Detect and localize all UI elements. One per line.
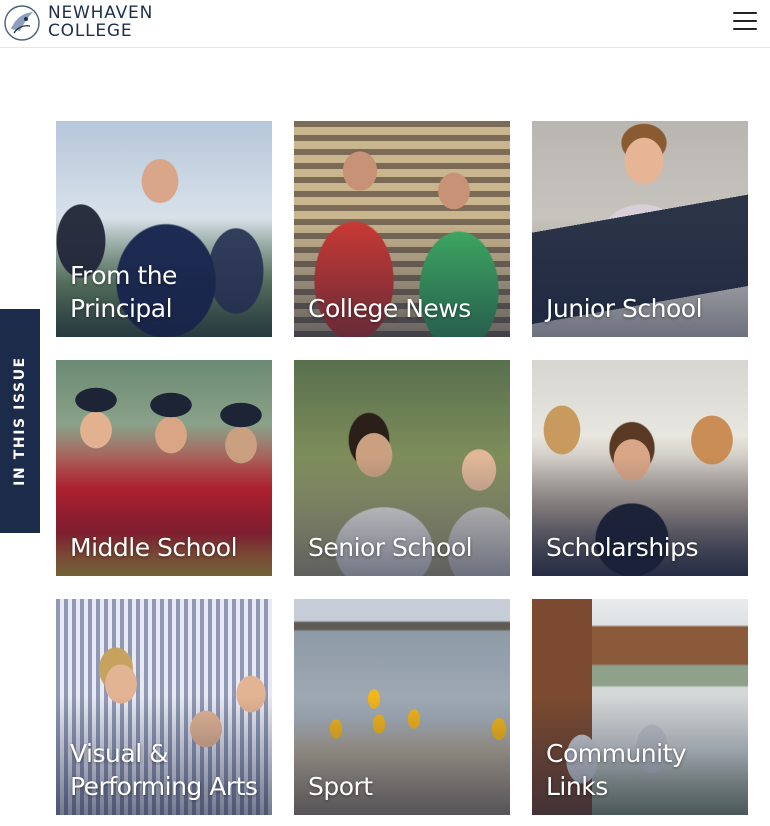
tile-junior-school[interactable]: Junior School (532, 121, 748, 337)
tile-college-news[interactable]: College News (294, 121, 510, 337)
tile-label: Junior School (546, 294, 703, 323)
tile-label: Middle School (70, 533, 238, 562)
tile-label: Community Links (546, 739, 687, 801)
tile-visual-performing-arts[interactable]: Visual & Performing Arts (56, 599, 272, 815)
tile-community-links[interactable]: Community Links (532, 599, 748, 815)
college-wordmark[interactable]: NEWHAVEN COLLEGE (48, 4, 153, 40)
in-this-issue-tab[interactable]: IN THIS ISSUE (0, 309, 40, 533)
tile-label: Senior School (308, 533, 473, 562)
site-header: NEWHAVEN COLLEGE (0, 0, 770, 48)
tile-label: Visual & Performing Arts (70, 739, 258, 801)
hamburger-menu-icon[interactable] (733, 12, 757, 32)
tile-sport[interactable]: Sport (294, 599, 510, 815)
tile-from-the-principal[interactable]: From the Principal (56, 121, 272, 337)
tile-middle-school[interactable]: Middle School (56, 360, 272, 576)
tile-label: College News (308, 294, 471, 323)
tile-scholarships[interactable]: Scholarships (532, 360, 748, 576)
tile-senior-school[interactable]: Senior School (294, 360, 510, 576)
college-crest-icon[interactable] (2, 3, 42, 43)
in-this-issue-label: IN THIS ISSUE (12, 356, 28, 486)
brand-line-2: COLLEGE (48, 21, 133, 41)
brand-line-1: NEWHAVEN (48, 3, 154, 23)
tile-label: Sport (308, 772, 373, 801)
tile-label: Scholarships (546, 533, 699, 562)
tile-label: From the Principal (70, 261, 177, 323)
